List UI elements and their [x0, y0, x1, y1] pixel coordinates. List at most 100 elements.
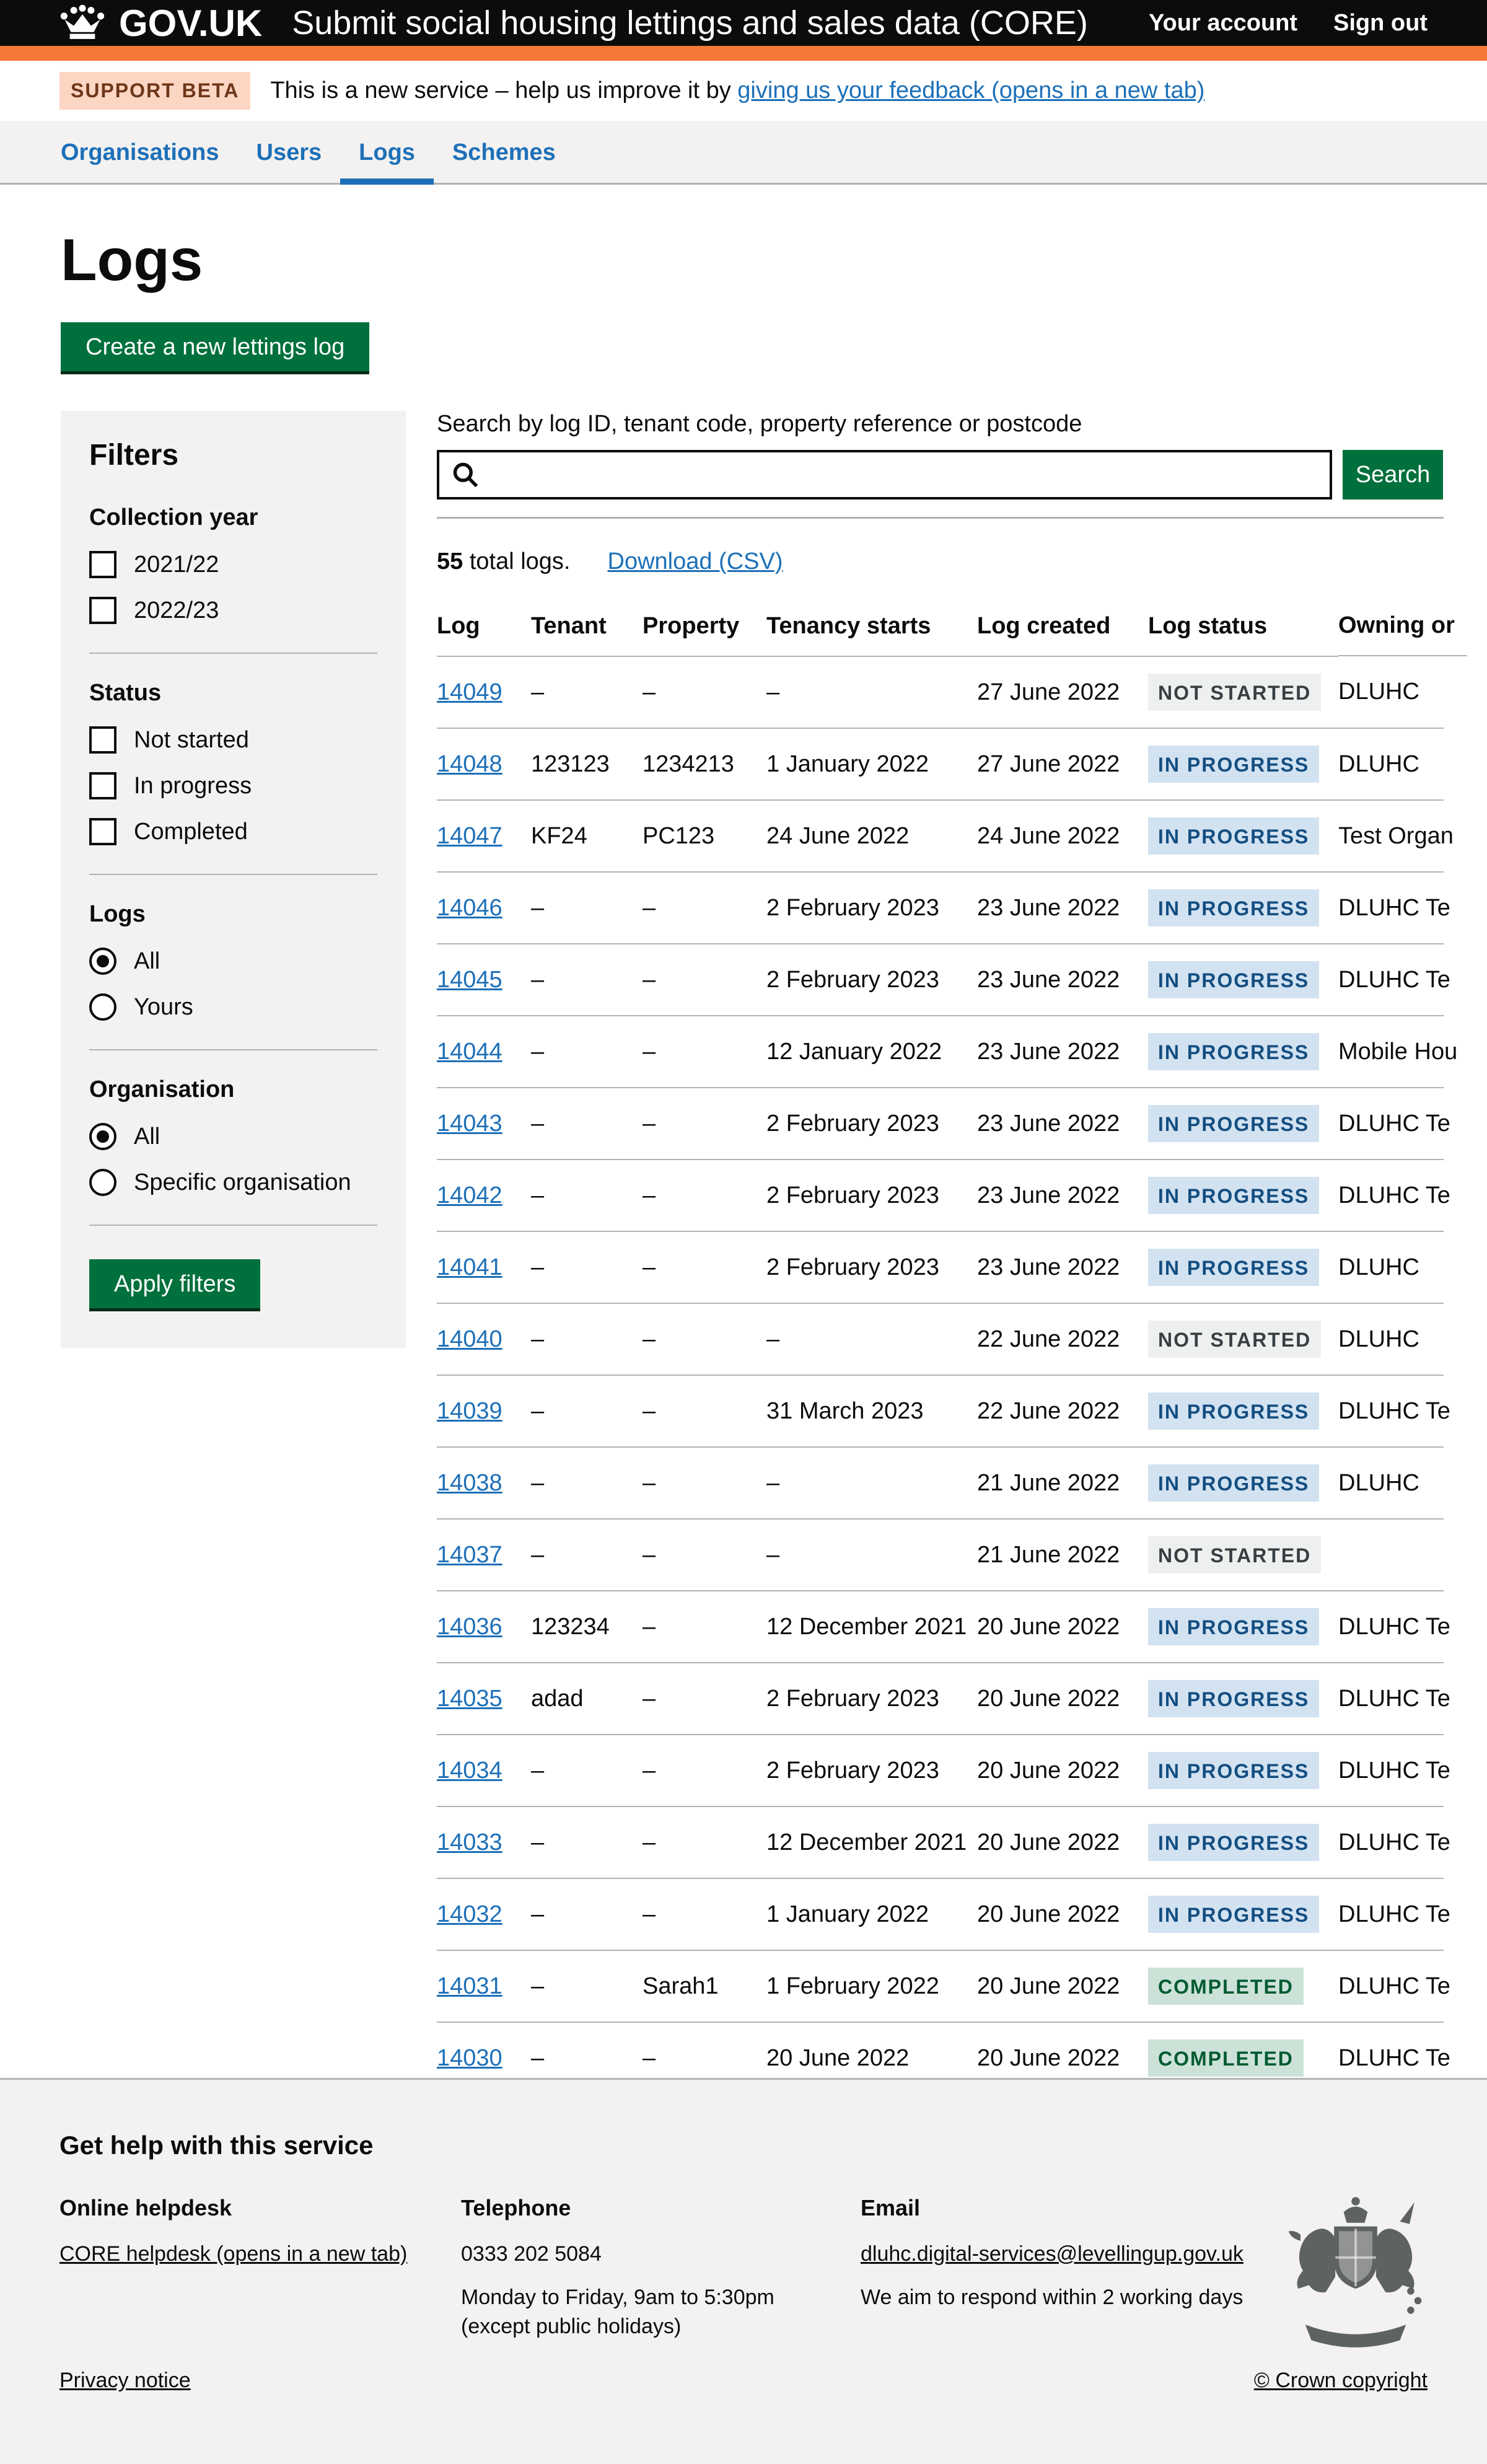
status-label: Status [89, 680, 377, 706]
radio-logs-yours[interactable]: Yours [89, 993, 377, 1021]
owning-organisation-cell: DLUHC Te [1338, 1758, 1450, 1784]
status-badge: IN PROGRESS [1148, 961, 1319, 998]
checkbox-in-progress[interactable]: In progress [89, 772, 377, 799]
download-csv-link[interactable]: Download (CSV) [608, 548, 783, 575]
property-cell: – [643, 1375, 766, 1447]
tenant-cell: – [531, 656, 643, 728]
col-header-owning-organisation: Owning or [1338, 601, 1467, 656]
tenant-cell: – [531, 1878, 643, 1950]
checkbox-not-started[interactable]: Not started [89, 726, 377, 754]
log-id-link[interactable]: 14038 [437, 1470, 502, 1496]
table-row: 14044 – – 12 January 2022 23 June 2022 I… [437, 1016, 1444, 1088]
email-heading: Email [861, 2195, 1257, 2221]
radio-logs-all[interactable]: All [89, 948, 377, 975]
log-id-link[interactable]: 14049 [437, 679, 502, 705]
main-content: Logs Create a new lettings log Filters C… [0, 231, 1487, 2308]
log-id-link[interactable]: 14034 [437, 1758, 502, 1784]
checkbox-2022-23[interactable]: 2022/23 [89, 597, 377, 624]
radio-icon[interactable] [89, 993, 116, 1021]
checkbox-completed[interactable]: Completed [89, 818, 377, 845]
beta-tag: SUPPORT BETA [59, 72, 250, 110]
organisation-filter-label: Organisation [89, 1076, 377, 1103]
privacy-notice-link[interactable]: Privacy notice [59, 2369, 191, 2393]
checkbox-icon[interactable] [89, 597, 116, 624]
nav-item-schemes[interactable]: Schemes [434, 121, 574, 183]
footer: Get help with this service Online helpde… [0, 2078, 1487, 2464]
checkbox-icon[interactable] [89, 818, 116, 845]
owning-organisation-cell: DLUHC Te [1338, 1111, 1450, 1137]
collection-year-label: Collection year [89, 504, 377, 531]
log-id-link[interactable]: 14042 [437, 1182, 502, 1208]
tenancy-starts-cell: 24 June 2022 [766, 800, 977, 872]
apply-filters-button[interactable]: Apply filters [89, 1259, 260, 1308]
log-id-link[interactable]: 14031 [437, 1973, 502, 1999]
log-created-cell: 20 June 2022 [977, 1950, 1148, 2022]
property-cell: 1234213 [643, 728, 766, 800]
checkbox-label: 2021/22 [134, 552, 219, 578]
log-id-link[interactable]: 14048 [437, 751, 502, 777]
footer-email-column: Email dluhc.digital-services@levellingup… [861, 2195, 1257, 2351]
checkbox-2021-22[interactable]: 2021/22 [89, 551, 377, 578]
log-id-link[interactable]: 14035 [437, 1686, 502, 1712]
header-brand[interactable]: GOV.UK Submit social housing lettings an… [59, 2, 1088, 45]
nav-item-organisations[interactable]: Organisations [42, 121, 238, 183]
property-cell: – [643, 1806, 766, 1878]
status-badge: IN PROGRESS [1148, 817, 1319, 855]
checkbox-label: Not started [134, 727, 249, 754]
table-row: 14045 – – 2 February 2023 23 June 2022 I… [437, 944, 1444, 1016]
log-id-link[interactable]: 14046 [437, 895, 502, 921]
service-name[interactable]: Submit social housing lettings and sales… [292, 4, 1088, 42]
tenant-cell: – [531, 1447, 643, 1519]
log-id-link[interactable]: 14044 [437, 1039, 502, 1065]
create-lettings-log-button[interactable]: Create a new lettings log [61, 322, 369, 371]
status-badge: IN PROGRESS [1148, 1824, 1319, 1861]
core-helpdesk-link[interactable]: CORE helpdesk (opens in a new tab) [59, 2242, 407, 2266]
radio-icon[interactable] [89, 1123, 116, 1150]
feedback-link[interactable]: giving us your feedback (opens in a new … [737, 77, 1204, 103]
log-created-cell: 23 June 2022 [977, 1159, 1148, 1231]
email-link[interactable]: dluhc.digital-services@levellingup.gov.u… [861, 2242, 1244, 2266]
log-id-link[interactable]: 14047 [437, 823, 502, 849]
filter-divider [89, 653, 377, 654]
sign-out-link[interactable]: Sign out [1333, 10, 1428, 37]
log-created-cell: 27 June 2022 [977, 728, 1148, 800]
log-id-link[interactable]: 14033 [437, 1829, 502, 1855]
owning-organisation-cell: DLUHC Te [1338, 1901, 1450, 1928]
search-box [437, 450, 1332, 499]
log-id-link[interactable]: 14043 [437, 1111, 502, 1137]
checkbox-icon[interactable] [89, 772, 116, 799]
log-created-cell: 27 June 2022 [977, 656, 1148, 728]
crown-copyright-link[interactable]: © Crown copyright [1254, 2369, 1428, 2393]
owning-organisation-cell: DLUHC Te [1338, 1398, 1450, 1425]
search-button[interactable]: Search [1343, 450, 1443, 499]
log-id-link[interactable]: 14030 [437, 2045, 502, 2071]
owning-organisation-cell: DLUHC Te [1338, 1614, 1450, 1640]
checkbox-icon[interactable] [89, 551, 116, 578]
log-id-link[interactable]: 14036 [437, 1614, 502, 1640]
radio-organisation-all[interactable]: All [89, 1123, 377, 1150]
nav-item-logs[interactable]: Logs [340, 121, 434, 183]
search-input[interactable] [437, 450, 1332, 499]
owning-organisation-cell: DLUHC Te [1338, 1686, 1450, 1712]
tenancy-starts-cell: 12 January 2022 [766, 1016, 977, 1088]
owning-organisation-cell: DLUHC [1338, 751, 1419, 778]
radio-specific-organisation[interactable]: Specific organisation [89, 1169, 377, 1196]
log-id-link[interactable]: 14037 [437, 1542, 502, 1568]
nav-item-users[interactable]: Users [238, 121, 341, 183]
tenancy-starts-cell: 2 February 2023 [766, 944, 977, 1016]
property-cell: – [643, 1735, 766, 1806]
radio-icon[interactable] [89, 948, 116, 975]
tenant-cell: – [531, 1375, 643, 1447]
royal-coat-of-arms [1257, 2195, 1428, 2351]
log-id-link[interactable]: 14045 [437, 967, 502, 993]
footer-telephone-column: Telephone 0333 202 5084 Monday to Friday… [461, 2195, 861, 2351]
log-id-link[interactable]: 14039 [437, 1398, 502, 1424]
log-id-link[interactable]: 14040 [437, 1326, 502, 1352]
col-header-tenant: Tenant [531, 601, 643, 656]
your-account-link[interactable]: Your account [1149, 10, 1297, 37]
radio-icon[interactable] [89, 1169, 116, 1196]
checkbox-icon[interactable] [89, 726, 116, 754]
log-id-link[interactable]: 14041 [437, 1254, 502, 1280]
tenant-cell: – [531, 1519, 643, 1591]
log-id-link[interactable]: 14032 [437, 1901, 502, 1927]
